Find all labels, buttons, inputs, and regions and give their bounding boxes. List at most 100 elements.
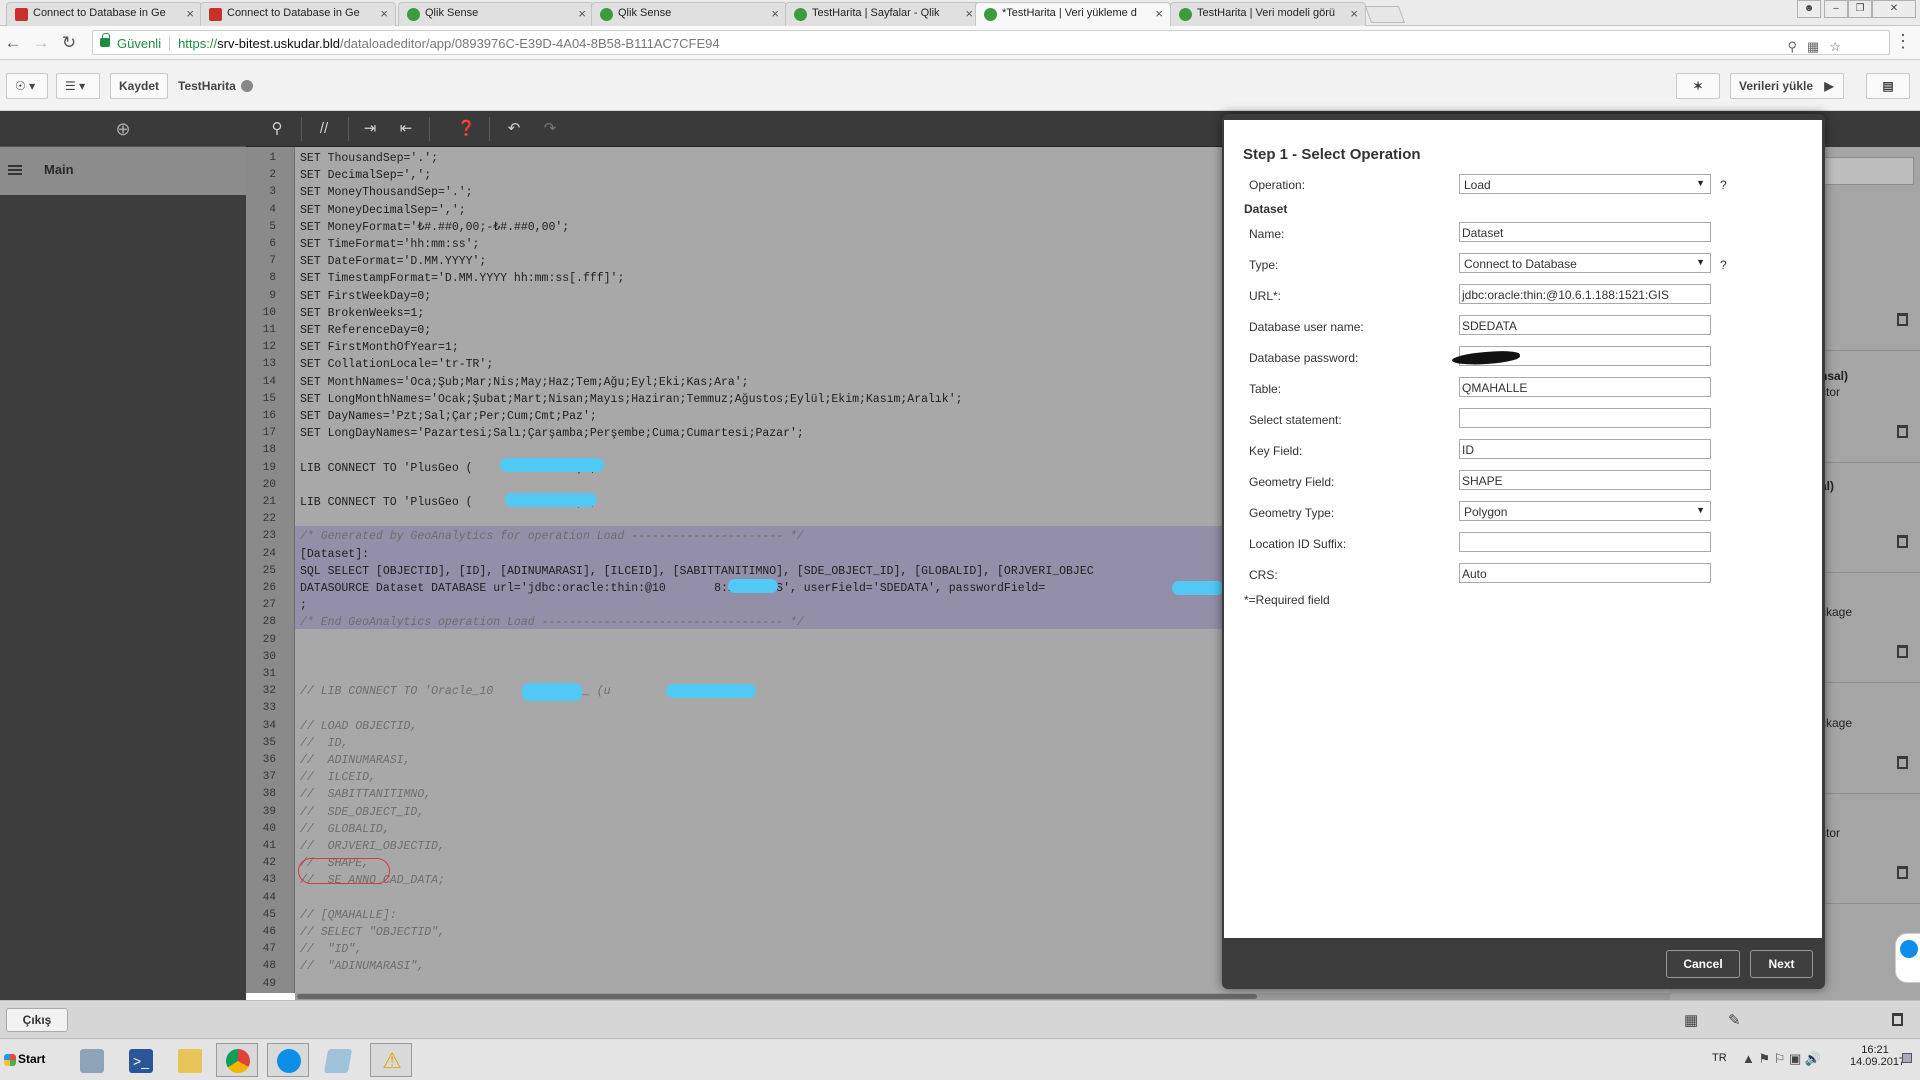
code-line[interactable]: // "ADINUMARASI",: [300, 958, 424, 975]
crs-input[interactable]: Auto: [1459, 563, 1711, 583]
code-line[interactable]: SET BrokenWeeks=1;: [300, 305, 424, 322]
code-line[interactable]: // ADINUMARASI,: [300, 752, 410, 769]
type-help-icon[interactable]: ?: [1720, 258, 1727, 272]
debug-button[interactable]: ✶: [1676, 73, 1720, 99]
code-line[interactable]: SET MonthNames='Oca;Şub;Mar;Nis;May;Haz;…: [300, 374, 749, 391]
code-line[interactable]: // ILCEID,: [300, 769, 376, 786]
geometry-type-select[interactable]: Polygon ▼: [1459, 501, 1711, 521]
global-menu-button[interactable]: ☰ ▾: [56, 73, 100, 99]
code-line[interactable]: SET FirstMonthOfYear=1;: [300, 339, 459, 356]
trash-icon[interactable]: [1897, 535, 1908, 548]
navigation-menu-button[interactable]: ☉ ▾: [6, 73, 48, 99]
code-line[interactable]: SET MoneyFormat='₺#.##0,00;-₺#.##0,00';: [300, 219, 569, 236]
geometry-field-input[interactable]: SHAPE: [1459, 470, 1711, 490]
code-line[interactable]: // "ID",: [300, 941, 362, 958]
code-line[interactable]: SET CollationLocale='tr-TR';: [300, 356, 493, 373]
save-button[interactable]: Kaydet: [110, 73, 168, 99]
undo-icon[interactable]: ↶: [505, 120, 523, 138]
language-indicator[interactable]: TR: [1712, 1052, 1727, 1064]
redo-icon[interactable]: ↷: [541, 120, 559, 138]
drag-handle-icon[interactable]: [8, 165, 22, 175]
name-input[interactable]: Dataset: [1459, 222, 1711, 242]
code-line[interactable]: // ORJVERI_OBJECTID,: [300, 838, 445, 855]
load-data-button[interactable]: Verileri yükle ▶: [1730, 73, 1844, 99]
code-line[interactable]: SET TimeFormat='hh:mm:ss';: [300, 236, 479, 253]
browser-tab[interactable]: Qlik Sense ×: [591, 2, 787, 26]
app-icon[interactable]: [316, 1043, 358, 1077]
tab-close-icon[interactable]: ×: [380, 6, 388, 21]
browser-tab[interactable]: Qlik Sense ×: [398, 2, 594, 26]
code-line[interactable]: // LOAD OBJECTID,: [300, 718, 417, 735]
code-line[interactable]: SET ThousandSep='.';: [300, 150, 438, 167]
trash-icon[interactable]: [1897, 756, 1908, 769]
file-explorer-icon[interactable]: [168, 1043, 210, 1077]
outdent-icon[interactable]: ⇤: [397, 120, 415, 138]
forward-icon[interactable]: →: [30, 33, 52, 53]
close-window-icon[interactable]: ✕: [1872, 0, 1916, 18]
search-icon[interactable]: ⚲: [268, 120, 286, 138]
code-line[interactable]: SET MoneyDecimalSep=',';: [300, 202, 466, 219]
sidebar-item-main[interactable]: Main: [0, 147, 246, 195]
network-icon[interactable]: [70, 1043, 112, 1077]
tab-close-icon[interactable]: ×: [186, 6, 194, 21]
reload-icon[interactable]: ↻: [58, 33, 80, 53]
restore-icon[interactable]: ❐: [1848, 0, 1872, 18]
table-icon[interactable]: ▦: [1684, 1011, 1698, 1029]
address-bar[interactable]: Güvenli https://srv-bitest.uskudar.bld/da…: [92, 30, 1890, 55]
add-section-button[interactable]: ⊕: [0, 111, 246, 147]
back-icon[interactable]: ←: [2, 33, 24, 53]
browser-tab[interactable]: Connect to Database in Ge ×: [6, 2, 202, 26]
powershell-icon[interactable]: >_: [119, 1043, 161, 1077]
browser-tab[interactable]: *TestHarita | Veri yükleme d ×: [975, 2, 1171, 27]
toggle-panel-button[interactable]: ▤: [1866, 73, 1910, 99]
tab-close-icon[interactable]: ×: [965, 6, 973, 21]
browser-menu-icon[interactable]: ⋮: [1894, 31, 1912, 52]
user-icon[interactable]: ☻: [1797, 0, 1821, 18]
location-suffix-input[interactable]: [1459, 532, 1711, 552]
table-input[interactable]: QMAHALLE: [1459, 377, 1711, 397]
code-line[interactable]: SET ReferenceDay=0;: [300, 322, 431, 339]
show-desktop-icon[interactable]: [1902, 1053, 1912, 1063]
next-button[interactable]: Next: [1750, 950, 1813, 978]
select-statement-input[interactable]: [1459, 408, 1711, 428]
clock[interactable]: 16:21 14.09.2017: [1850, 1044, 1905, 1068]
tab-close-icon[interactable]: ×: [578, 6, 586, 21]
translate-icon[interactable]: ▦: [1807, 39, 1829, 54]
code-line[interactable]: SET TimestampFormat='D.MM.YYYY hh:mm:ss[…: [300, 270, 624, 287]
code-line[interactable]: SET LongMonthNames='Ocak;Şubat;Mart;Nisa…: [300, 391, 963, 408]
tray-icons[interactable]: ▲ ⚑ ⚐ ▣ 🔊: [1742, 1051, 1821, 1067]
code-line[interactable]: // SDE_OBJECT_ID,: [300, 804, 424, 821]
code-line[interactable]: SET LongDayNames='Pazartesi;Salı;Çarşamb…: [300, 425, 804, 442]
code-line[interactable]: // [QMAHALLE]:: [300, 907, 397, 924]
new-tab-button[interactable]: [1364, 6, 1406, 23]
key-field-input[interactable]: ID: [1459, 439, 1711, 459]
code-line[interactable]: // LIB CONNECT TO 'Oracle_10 8______ (u …: [300, 683, 721, 700]
code-line[interactable]: SET DayNames='Pzt;Sal;Çar;Per;Cum;Cmt;Pa…: [300, 408, 597, 425]
scrollbar-thumb[interactable]: [297, 994, 1257, 999]
tab-close-icon[interactable]: ×: [771, 6, 779, 21]
key-icon[interactable]: ⚲: [1788, 39, 1808, 54]
bookmark-star-icon[interactable]: ☆: [1829, 39, 1851, 54]
start-button[interactable]: Start: [2, 1045, 46, 1075]
trash-icon[interactable]: [1892, 1013, 1903, 1026]
db-user-input[interactable]: SDEDATA: [1459, 315, 1711, 335]
indent-icon[interactable]: ⇥: [361, 120, 379, 138]
code-line[interactable]: /* End GeoAnalytics operation Load -----…: [300, 614, 804, 631]
teamviewer-taskbar-icon[interactable]: [267, 1043, 309, 1077]
code-line[interactable]: /* Generated by GeoAnalytics for operati…: [300, 528, 804, 545]
code-line[interactable]: // SABITTANITIMNO,: [300, 786, 431, 803]
warning-icon[interactable]: ⚠: [370, 1043, 412, 1077]
code-line[interactable]: SET FirstWeekDay=0;: [300, 288, 431, 305]
code-line[interactable]: // GLOBALID,: [300, 821, 390, 838]
type-select[interactable]: Connect to Database ▼: [1459, 253, 1711, 273]
code-line[interactable]: SQL SELECT [OBJECTID], [ID], [ADINUMARAS…: [300, 563, 1094, 580]
trash-icon[interactable]: [1897, 866, 1908, 879]
exit-button[interactable]: Çıkış: [6, 1008, 68, 1032]
trash-icon[interactable]: [1897, 313, 1908, 326]
operation-help-icon[interactable]: ?: [1720, 178, 1727, 192]
browser-tab[interactable]: Connect to Database in Ge ×: [200, 2, 396, 26]
teamviewer-icon[interactable]: [1895, 933, 1920, 983]
tab-close-icon[interactable]: ×: [1350, 6, 1358, 21]
horizontal-scrollbar[interactable]: [295, 993, 1670, 1000]
code-line[interactable]: [Dataset]:: [300, 546, 369, 563]
